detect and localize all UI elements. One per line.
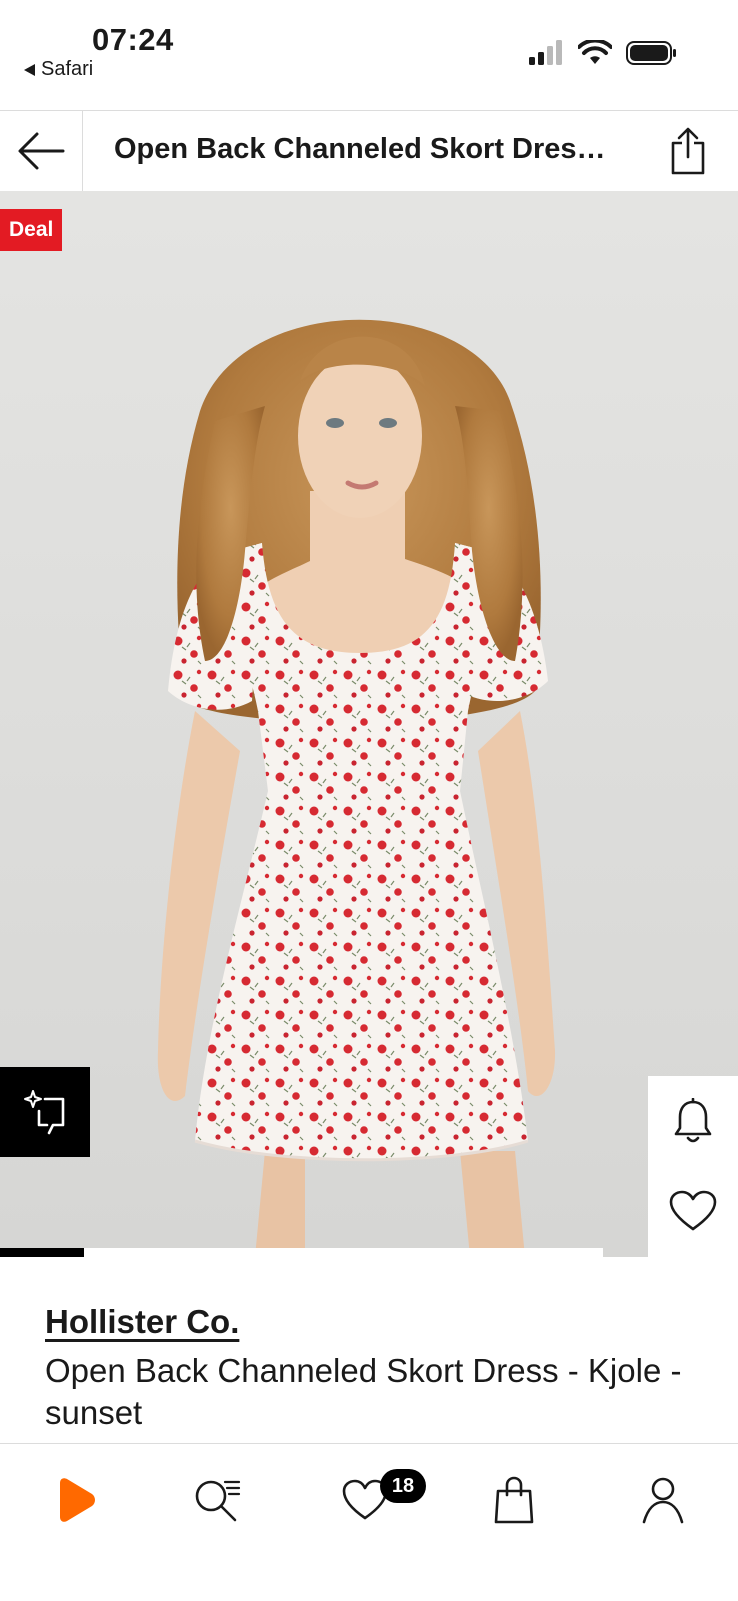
model-photo [157,319,556,1257]
status-icons [528,40,678,66]
share-icon [671,127,705,175]
back-button[interactable] [0,111,83,191]
image-side-actions [648,1076,738,1257]
nav-home[interactable] [40,1470,110,1530]
signal-icon [529,40,562,65]
gallery-progress-fill [0,1248,85,1257]
wishlist-count-badge: 18 [380,1469,426,1503]
share-button[interactable] [666,125,710,177]
play-logo-icon [60,1478,95,1522]
product-name: Open Back Channeled Skort Dress - Kjole … [45,1352,682,1431]
back-to-app-link[interactable]: Safari [24,58,93,81]
virtual-try-on-button[interactable] [0,1067,90,1157]
wifi-icon [578,40,612,64]
battery-icon [626,41,676,65]
arrow-left-icon [18,132,65,170]
bag-icon [494,1476,534,1524]
brand-link[interactable]: Hollister Co. [45,1303,239,1341]
heart-icon [669,1190,717,1231]
notify-button[interactable] [648,1076,738,1166]
status-bar: 07:24 Safari [0,0,738,110]
sparkle-crop-icon [24,1090,65,1135]
nav-account[interactable] [628,1470,698,1530]
add-to-wishlist-button[interactable] [648,1166,738,1256]
page-title: Open Back Channeled Skort Dress - Kjole … [114,133,619,165]
status-time: 07:24 [92,22,174,57]
nav-search[interactable] [183,1470,253,1530]
gallery-progress-track [0,1248,603,1257]
top-bar: Open Back Channeled Skort Dress - Kjole … [0,110,738,192]
bottom-navigation: 18 [0,1443,738,1601]
back-triangle-icon [24,63,35,76]
search-icon [195,1480,241,1522]
back-app-label: Safari [41,58,94,80]
nav-bag[interactable] [479,1470,549,1530]
deal-badge: Deal [0,209,63,251]
bell-icon [674,1098,712,1143]
product-image-carousel[interactable]: Deal [0,191,738,1257]
person-icon [642,1477,684,1524]
